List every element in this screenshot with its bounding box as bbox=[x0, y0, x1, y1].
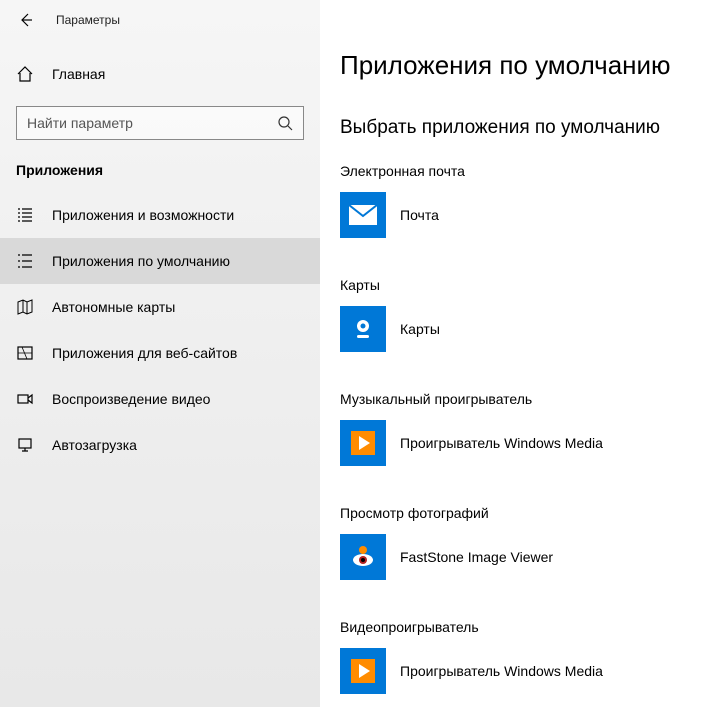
search-box[interactable] bbox=[16, 106, 304, 140]
default-app-maps[interactable]: Карты bbox=[340, 305, 721, 353]
mail-icon bbox=[340, 192, 386, 238]
app-name: Почта bbox=[400, 207, 439, 223]
nav-item-label: Приложения для веб-сайтов bbox=[52, 345, 237, 361]
web-icon bbox=[16, 344, 34, 362]
category-label: Просмотр фотографий bbox=[340, 505, 721, 521]
category-label: Видеопроигрыватель bbox=[340, 619, 721, 635]
section-header: Приложения bbox=[16, 162, 320, 178]
startup-icon bbox=[16, 436, 34, 454]
app-name: Карты bbox=[400, 321, 440, 337]
back-arrow-icon bbox=[18, 12, 34, 28]
nav-item-startup[interactable]: Автозагрузка bbox=[0, 422, 320, 468]
category-music: Музыкальный проигрыватель Проигрыватель … bbox=[340, 391, 721, 467]
search-input[interactable] bbox=[27, 115, 277, 131]
search-icon bbox=[277, 115, 293, 131]
default-app-email[interactable]: Почта bbox=[340, 191, 721, 239]
default-app-photo[interactable]: FastStone Image Viewer bbox=[340, 533, 721, 581]
app-name: Проигрыватель Windows Media bbox=[400, 663, 603, 679]
category-email: Электронная почта Почта bbox=[340, 163, 721, 239]
titlebar-label: Параметры bbox=[56, 13, 120, 27]
nav-item-label: Приложения по умолчанию bbox=[52, 253, 230, 269]
nav-item-web-apps[interactable]: Приложения для веб-сайтов bbox=[0, 330, 320, 376]
default-apps-icon bbox=[16, 252, 34, 270]
nav-item-label: Автономные карты bbox=[52, 299, 175, 315]
wmp-icon bbox=[340, 420, 386, 466]
nav-item-offline-maps[interactable]: Автономные карты bbox=[0, 284, 320, 330]
category-video: Видеопроигрыватель Проигрыватель Windows… bbox=[340, 619, 721, 695]
nav-item-label: Воспроизведение видео bbox=[52, 391, 210, 407]
page-subtitle: Выбрать приложения по умолчанию bbox=[340, 117, 721, 139]
sidebar: Параметры Главная Приложения Приложения … bbox=[0, 0, 320, 707]
app-name: FastStone Image Viewer bbox=[400, 549, 553, 565]
back-button[interactable] bbox=[14, 8, 38, 32]
main-content: Приложения по умолчанию Выбрать приложен… bbox=[320, 0, 721, 707]
page-title: Приложения по умолчанию bbox=[340, 50, 721, 81]
category-photo: Просмотр фотографий FastStone Image View… bbox=[340, 505, 721, 581]
default-app-video[interactable]: Проигрыватель Windows Media bbox=[340, 647, 721, 695]
category-label: Электронная почта bbox=[340, 163, 721, 179]
default-app-music[interactable]: Проигрыватель Windows Media bbox=[340, 419, 721, 467]
nav-item-apps-features[interactable]: Приложения и возможности bbox=[0, 192, 320, 238]
wmp-icon bbox=[340, 648, 386, 694]
nav-item-label: Приложения и возможности bbox=[52, 207, 234, 223]
nav-item-label: Автозагрузка bbox=[52, 437, 137, 453]
category-maps: Карты Карты bbox=[340, 277, 721, 353]
nav-item-default-apps[interactable]: Приложения по умолчанию bbox=[0, 238, 320, 284]
faststone-icon bbox=[340, 534, 386, 580]
category-label: Музыкальный проигрыватель bbox=[340, 391, 721, 407]
nav-item-video-playback[interactable]: Воспроизведение видео bbox=[0, 376, 320, 422]
video-icon bbox=[16, 390, 34, 408]
category-label: Карты bbox=[340, 277, 721, 293]
maps-icon bbox=[340, 306, 386, 352]
app-name: Проигрыватель Windows Media bbox=[400, 435, 603, 451]
home-icon bbox=[16, 65, 34, 83]
titlebar: Параметры bbox=[0, 0, 320, 40]
map-icon bbox=[16, 298, 34, 316]
home-label: Главная bbox=[52, 66, 105, 82]
list-icon bbox=[16, 206, 34, 224]
nav-list: Приложения и возможности Приложения по у… bbox=[0, 192, 320, 468]
home-button[interactable]: Главная bbox=[0, 52, 320, 96]
